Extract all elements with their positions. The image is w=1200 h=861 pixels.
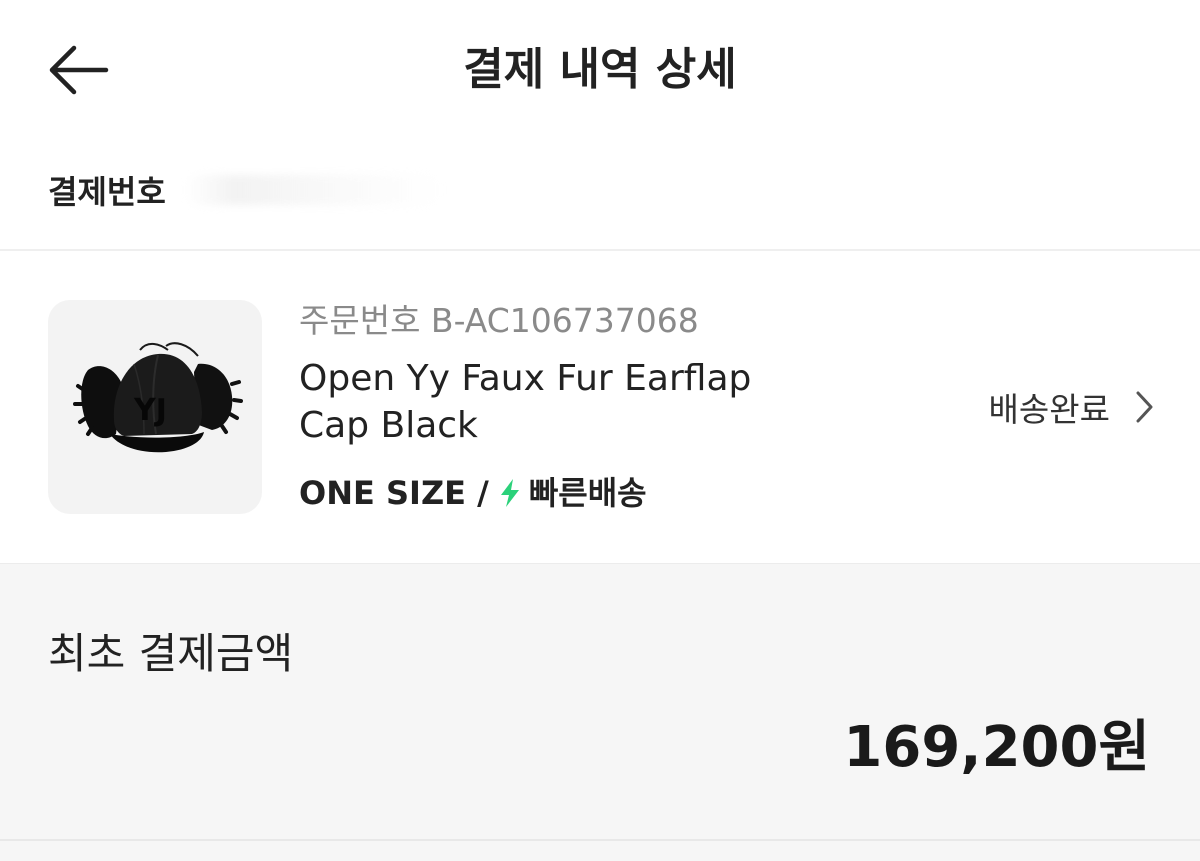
svg-text:YJ: YJ — [133, 393, 167, 428]
product-option: ONE SIZE / 빠른배송 — [299, 471, 647, 515]
payment-number-row: 결제번호 — [48, 165, 444, 215]
chevron-right-icon — [1132, 389, 1158, 425]
product-image: YJ — [48, 300, 262, 514]
delivery-status-link[interactable]: 배송완료 — [989, 383, 1158, 431]
order-number: 주문번호 B-AC106737068 — [299, 301, 699, 340]
payment-number-label: 결제번호 — [48, 173, 166, 211]
header: 결제 내역 상세 — [0, 0, 1200, 140]
initial-payment-amount: 169,200원 — [843, 715, 1150, 780]
page-title: 결제 내역 상세 — [463, 44, 737, 95]
order-item[interactable]: YJ 주문번호 B-AC106737068 Open Yy Faux Fur E… — [0, 251, 1200, 562]
option-size: ONE SIZE / — [299, 474, 489, 512]
delivery-status-label: 배송완료 — [988, 390, 1110, 429]
initial-payment-label: 최초 결제금액 — [48, 629, 294, 678]
payment-number-value-redacted — [183, 175, 444, 205]
product-name: Open Yy Faux Fur Earflap Cap Black — [299, 358, 752, 446]
earflap-cap-image: YJ — [73, 342, 243, 453]
lightning-bolt-icon — [497, 477, 523, 509]
bottom-area — [0, 841, 1200, 861]
arrow-left-icon — [49, 45, 109, 95]
payment-summary: 최초 결제금액 169,200원 — [0, 563, 1200, 840]
fast-delivery-label: 빠른배송 — [528, 474, 647, 512]
back-button[interactable] — [44, 38, 124, 102]
